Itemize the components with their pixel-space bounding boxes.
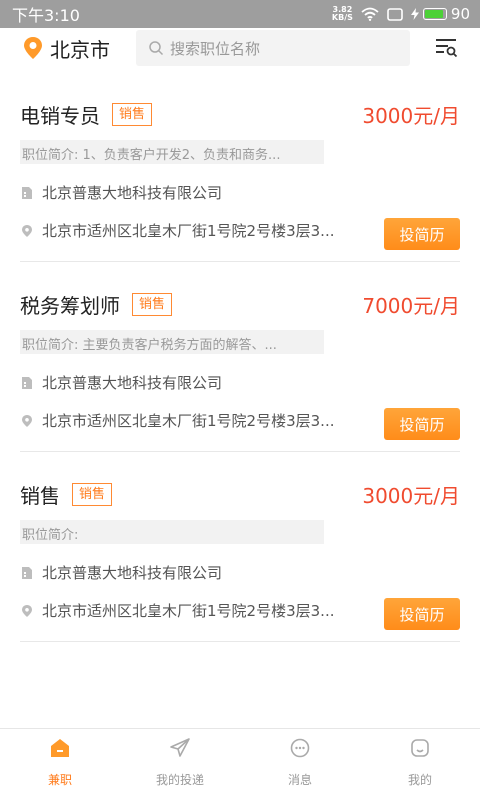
network-speed: 3.82 KB/S — [332, 6, 353, 22]
nav-label: 我的投递 — [155, 773, 204, 787]
bottom-nav: 兼职 我的投递 消息 我的 — [0, 728, 480, 800]
job-category-tag: 销售 — [72, 483, 113, 506]
search-placeholder: 搜索职位名称 — [170, 39, 261, 58]
job-category-tag: 销售 — [132, 293, 173, 316]
job-salary: 3000元/月 — [362, 104, 460, 128]
screen-cast-icon — [387, 7, 403, 21]
job-address: 北京市适州区北皇木厂街1号院2号楼3层3... — [42, 602, 335, 620]
battery-level: 90 — [450, 5, 470, 23]
job-address: 北京市适州区北皇木厂街1号院2号楼3层3... — [42, 222, 335, 240]
status-time: 下午3:10 — [12, 6, 80, 25]
apply-button[interactable]: 投简历 — [384, 408, 460, 440]
search-input[interactable]: 搜索职位名称 — [136, 30, 410, 66]
address-row: 北京市适州区北皇木厂街1号院2号楼3层3... — [20, 410, 334, 431]
nav-label: 消息 — [287, 773, 312, 787]
company-name: 北京普惠大地科技有限公司 — [42, 184, 223, 202]
job-address: 北京市适州区北皇木厂街1号院2号楼3层3... — [42, 412, 335, 430]
location-pin-icon — [24, 37, 42, 59]
city-name: 北京市 — [50, 37, 110, 62]
job-card[interactable]: 销售 销售 3000元/月 职位简介: 北京普惠大地科技有限公司 北京市适州区北… — [20, 452, 460, 642]
battery-icon — [422, 8, 447, 20]
job-brief: 职位简介: 主要负责客户税务方面的解答、... — [20, 330, 324, 354]
job-brief: 职位简介: 1、负责客户开发2、负责和商务... — [20, 140, 324, 164]
location-icon — [22, 224, 32, 237]
building-icon — [22, 376, 32, 389]
job-card[interactable]: 电销专员 销售 3000元/月 职位简介: 1、负责客户开发2、负责和商务...… — [20, 72, 460, 262]
company-row: 北京普惠大地科技有限公司 — [20, 562, 222, 583]
message-icon — [290, 738, 310, 758]
nav-label: 兼职 — [47, 773, 72, 787]
profile-icon — [411, 739, 429, 757]
job-title: 销售 — [20, 484, 60, 508]
location-icon — [22, 414, 32, 427]
job-salary: 3000元/月 — [362, 484, 460, 508]
battery: 90 — [410, 5, 470, 23]
address-row: 北京市适州区北皇木厂街1号院2号楼3层3... — [20, 220, 334, 241]
nav-item-messages[interactable]: 消息 — [240, 729, 360, 800]
charging-icon — [410, 8, 419, 20]
wifi-icon — [361, 7, 379, 21]
home-icon — [51, 739, 69, 757]
city-selector[interactable]: 北京市 — [22, 34, 134, 63]
nav-item-my-applications[interactable]: 我的投递 — [120, 729, 240, 800]
nav-label: 我的 — [407, 773, 432, 787]
battery-fill — [424, 10, 443, 18]
apply-button[interactable]: 投简历 — [384, 218, 460, 250]
job-salary: 7000元/月 — [362, 294, 460, 318]
status-bar: 下午3:10 3.82 KB/S 90 — [0, 0, 480, 28]
job-title: 税务筹划师 — [20, 294, 120, 318]
building-icon — [22, 566, 32, 579]
status-icons: 3.82 KB/S 90 — [332, 5, 470, 23]
nav-item-part-time[interactable]: 兼职 — [0, 729, 120, 800]
nav-item-profile[interactable]: 我的 — [360, 729, 480, 800]
address-row: 北京市适州区北皇木厂街1号院2号楼3层3... — [20, 600, 334, 621]
location-icon — [22, 604, 32, 617]
search-icon — [149, 41, 164, 56]
company-row: 北京普惠大地科技有限公司 — [20, 372, 222, 393]
header: 北京市 搜索职位名称 — [0, 28, 480, 68]
network-speed-unit: KB/S — [331, 13, 353, 22]
job-card[interactable]: 税务筹划师 销售 7000元/月 职位简介: 主要负责客户税务方面的解答、...… — [20, 262, 460, 452]
send-icon — [170, 738, 190, 757]
building-icon — [22, 186, 32, 199]
job-brief: 职位简介: — [20, 520, 324, 544]
job-category-tag: 销售 — [112, 103, 153, 126]
company-name: 北京普惠大地科技有限公司 — [42, 564, 223, 582]
company-row: 北京普惠大地科技有限公司 — [20, 182, 222, 203]
apply-button[interactable]: 投简历 — [384, 598, 460, 630]
company-name: 北京普惠大地科技有限公司 — [42, 374, 223, 392]
job-title: 电销专员 — [20, 104, 100, 128]
filter-search-icon[interactable] — [434, 36, 458, 60]
